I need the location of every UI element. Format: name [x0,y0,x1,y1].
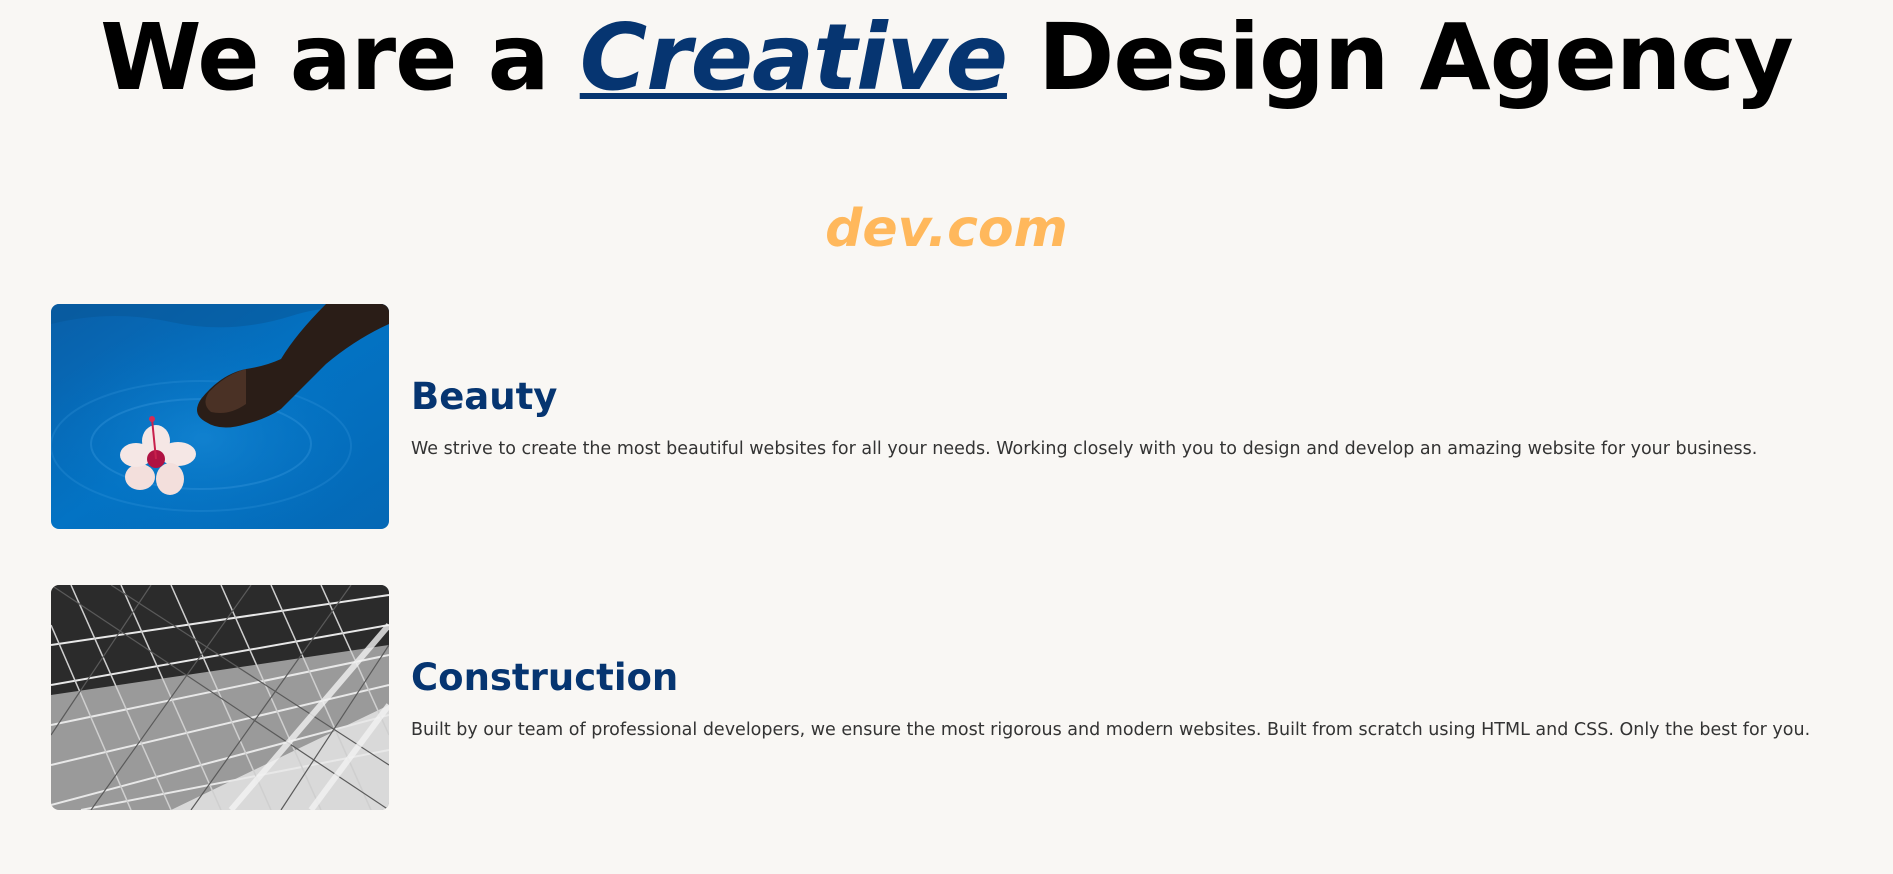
feature-title: Beauty [411,375,558,418]
hero-title: We are a Creative Design Agency [0,0,1893,116]
hero-title-accent: Creative [579,4,1008,111]
feature-construction: Construction Built by our team of profes… [51,585,1851,810]
hero-title-start: We are a [100,4,580,111]
steel-structure-image [51,585,389,810]
brand-name: dev.com [825,199,1068,259]
feature-beauty: Beauty We strive to create the most beau… [51,304,1851,529]
hero-title-end: Design Agency [1006,4,1794,111]
hand-with-flower-in-pool-image [51,304,389,529]
page: We are a Creative Design Agency dev.com [0,0,1893,874]
feature-description: Built by our team of professional develo… [411,720,1811,740]
feature-title: Construction [411,656,679,699]
feature-description: We strive to create the most beautiful w… [411,439,1758,459]
